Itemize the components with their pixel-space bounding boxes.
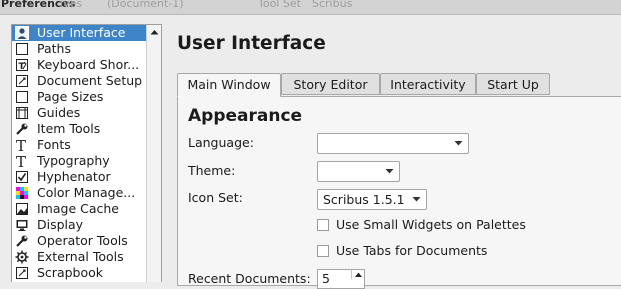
tab-interactivity[interactable]: Interactivity (380, 73, 476, 95)
sidebar-item-hyphenator[interactable]: Hyphenator (12, 169, 146, 185)
icon-set-label: Icon Set: (188, 190, 243, 205)
keyboard-icon: T (15, 58, 29, 72)
sidebar-item-keyboard-shortcuts[interactable]: T Keyboard Shor... (12, 57, 146, 73)
language-combo[interactable] (317, 133, 469, 154)
icon-set-combo[interactable]: Scribus 1.5.1 (317, 189, 427, 210)
image-icon (15, 202, 29, 216)
sidebar-item-label: Paths (37, 41, 71, 56)
sidebar-item-display[interactable]: Display (12, 217, 146, 233)
sidebar-item-label: Page Sizes (37, 89, 104, 104)
svg-text:T: T (16, 154, 26, 168)
recent-documents-label: Recent Documents: (188, 271, 311, 286)
small-widgets-label: Use Small Widgets on Palettes (336, 217, 526, 232)
sidebar-item-guides[interactable]: Guides (12, 105, 146, 121)
theme-label: Theme: (188, 163, 236, 178)
preferences-sidebar: User Interface Paths T Keyboard Shor... … (11, 24, 162, 282)
tab-main-window[interactable]: Main Window (177, 73, 281, 97)
section-title-appearance: Appearance (188, 106, 303, 126)
sidebar-item-label: Guides (37, 105, 81, 120)
background-window-text: ives (60, 0, 83, 10)
sidebar-list: User Interface Paths T Keyboard Shor... … (12, 25, 146, 281)
wrench-icon (15, 122, 29, 136)
background-window-text: Scribus (312, 0, 353, 10)
recent-documents-value: 5 (322, 271, 330, 286)
sidebar-item-label: Hyphenator (37, 169, 111, 184)
icon-set-value: Scribus 1.5.1 (323, 192, 405, 207)
chevron-down-icon (454, 141, 463, 146)
sidebar-item-fonts[interactable]: T Fonts (12, 137, 146, 153)
sidebar-item-operator-tools[interactable]: Operator Tools (12, 233, 146, 249)
sidebar-item-label: Fonts (37, 137, 71, 152)
font-icon: T (15, 138, 29, 152)
sidebar-item-label: Item Tools (37, 121, 101, 136)
sidebar-item-label: Operator Tools (37, 233, 128, 248)
sidebar-item-user-interface[interactable]: User Interface (12, 25, 146, 41)
sidebar-item-color-management[interactable]: Color Manage... (12, 185, 146, 201)
language-label: Language: (188, 135, 254, 150)
sidebar-item-label: Keyboard Shor... (37, 57, 140, 72)
svg-text:T: T (16, 138, 26, 152)
background-window-text: Tool Set (258, 0, 301, 10)
checkmark-icon (15, 170, 29, 184)
recent-documents-spinbox[interactable]: 5 (317, 269, 365, 289)
sidebar-scrollbar[interactable] (146, 25, 161, 282)
sidebar-item-label: Display (37, 217, 84, 232)
tab-start-up[interactable]: Start Up (476, 73, 550, 95)
sidebar-item-external-tools[interactable]: External Tools (12, 249, 146, 265)
sidebar-item-label: Color Manage... (37, 185, 136, 200)
typography-icon: T (15, 154, 29, 168)
scrapbook-icon (15, 266, 29, 280)
monitor-icon (15, 218, 29, 232)
sidebar-item-scrapbook[interactable]: Scrapbook (12, 265, 146, 281)
sidebar-item-page-sizes[interactable]: Page Sizes (12, 89, 146, 105)
spin-up-icon[interactable] (351, 270, 364, 279)
sidebar-item-label: Scrapbook (37, 265, 104, 280)
sidebar-item-item-tools[interactable]: Item Tools (12, 121, 146, 137)
wrench-icon (15, 234, 29, 248)
page-title: User Interface (177, 33, 326, 54)
folder-icon (15, 42, 29, 56)
title-bar: Preferences ives (Document-1) Tool Set S… (0, 0, 621, 15)
chevron-down-icon (385, 169, 394, 174)
theme-combo[interactable] (317, 161, 400, 182)
chevron-down-icon (412, 197, 421, 202)
sidebar-item-label: External Tools (37, 249, 124, 264)
gear-icon (15, 250, 29, 264)
user-icon (15, 26, 29, 40)
sidebar-item-document-setup[interactable]: Document Setup (12, 73, 146, 89)
sidebar-item-paths[interactable]: Paths (12, 41, 146, 57)
sidebar-item-label: Typography (37, 153, 110, 168)
page-icon (15, 90, 29, 104)
background-window-text: (Document-1) (107, 0, 184, 10)
sidebar-item-image-cache[interactable]: Image Cache (12, 201, 146, 217)
color-icon (15, 186, 29, 200)
sidebar-item-typography[interactable]: T Typography (12, 153, 146, 169)
sidebar-item-label: User Interface (37, 25, 126, 40)
tabs-for-documents-checkbox[interactable] (317, 245, 329, 257)
scroll-up-arrow-icon[interactable] (147, 25, 161, 39)
document-icon (15, 74, 29, 88)
tab-story-editor[interactable]: Story Editor (281, 73, 380, 95)
tabs-for-documents-label: Use Tabs for Documents (336, 243, 488, 258)
guides-icon (15, 106, 29, 120)
small-widgets-checkbox[interactable] (317, 219, 329, 231)
sidebar-item-label: Document Setup (37, 73, 143, 88)
sidebar-item-label: Image Cache (37, 201, 119, 216)
